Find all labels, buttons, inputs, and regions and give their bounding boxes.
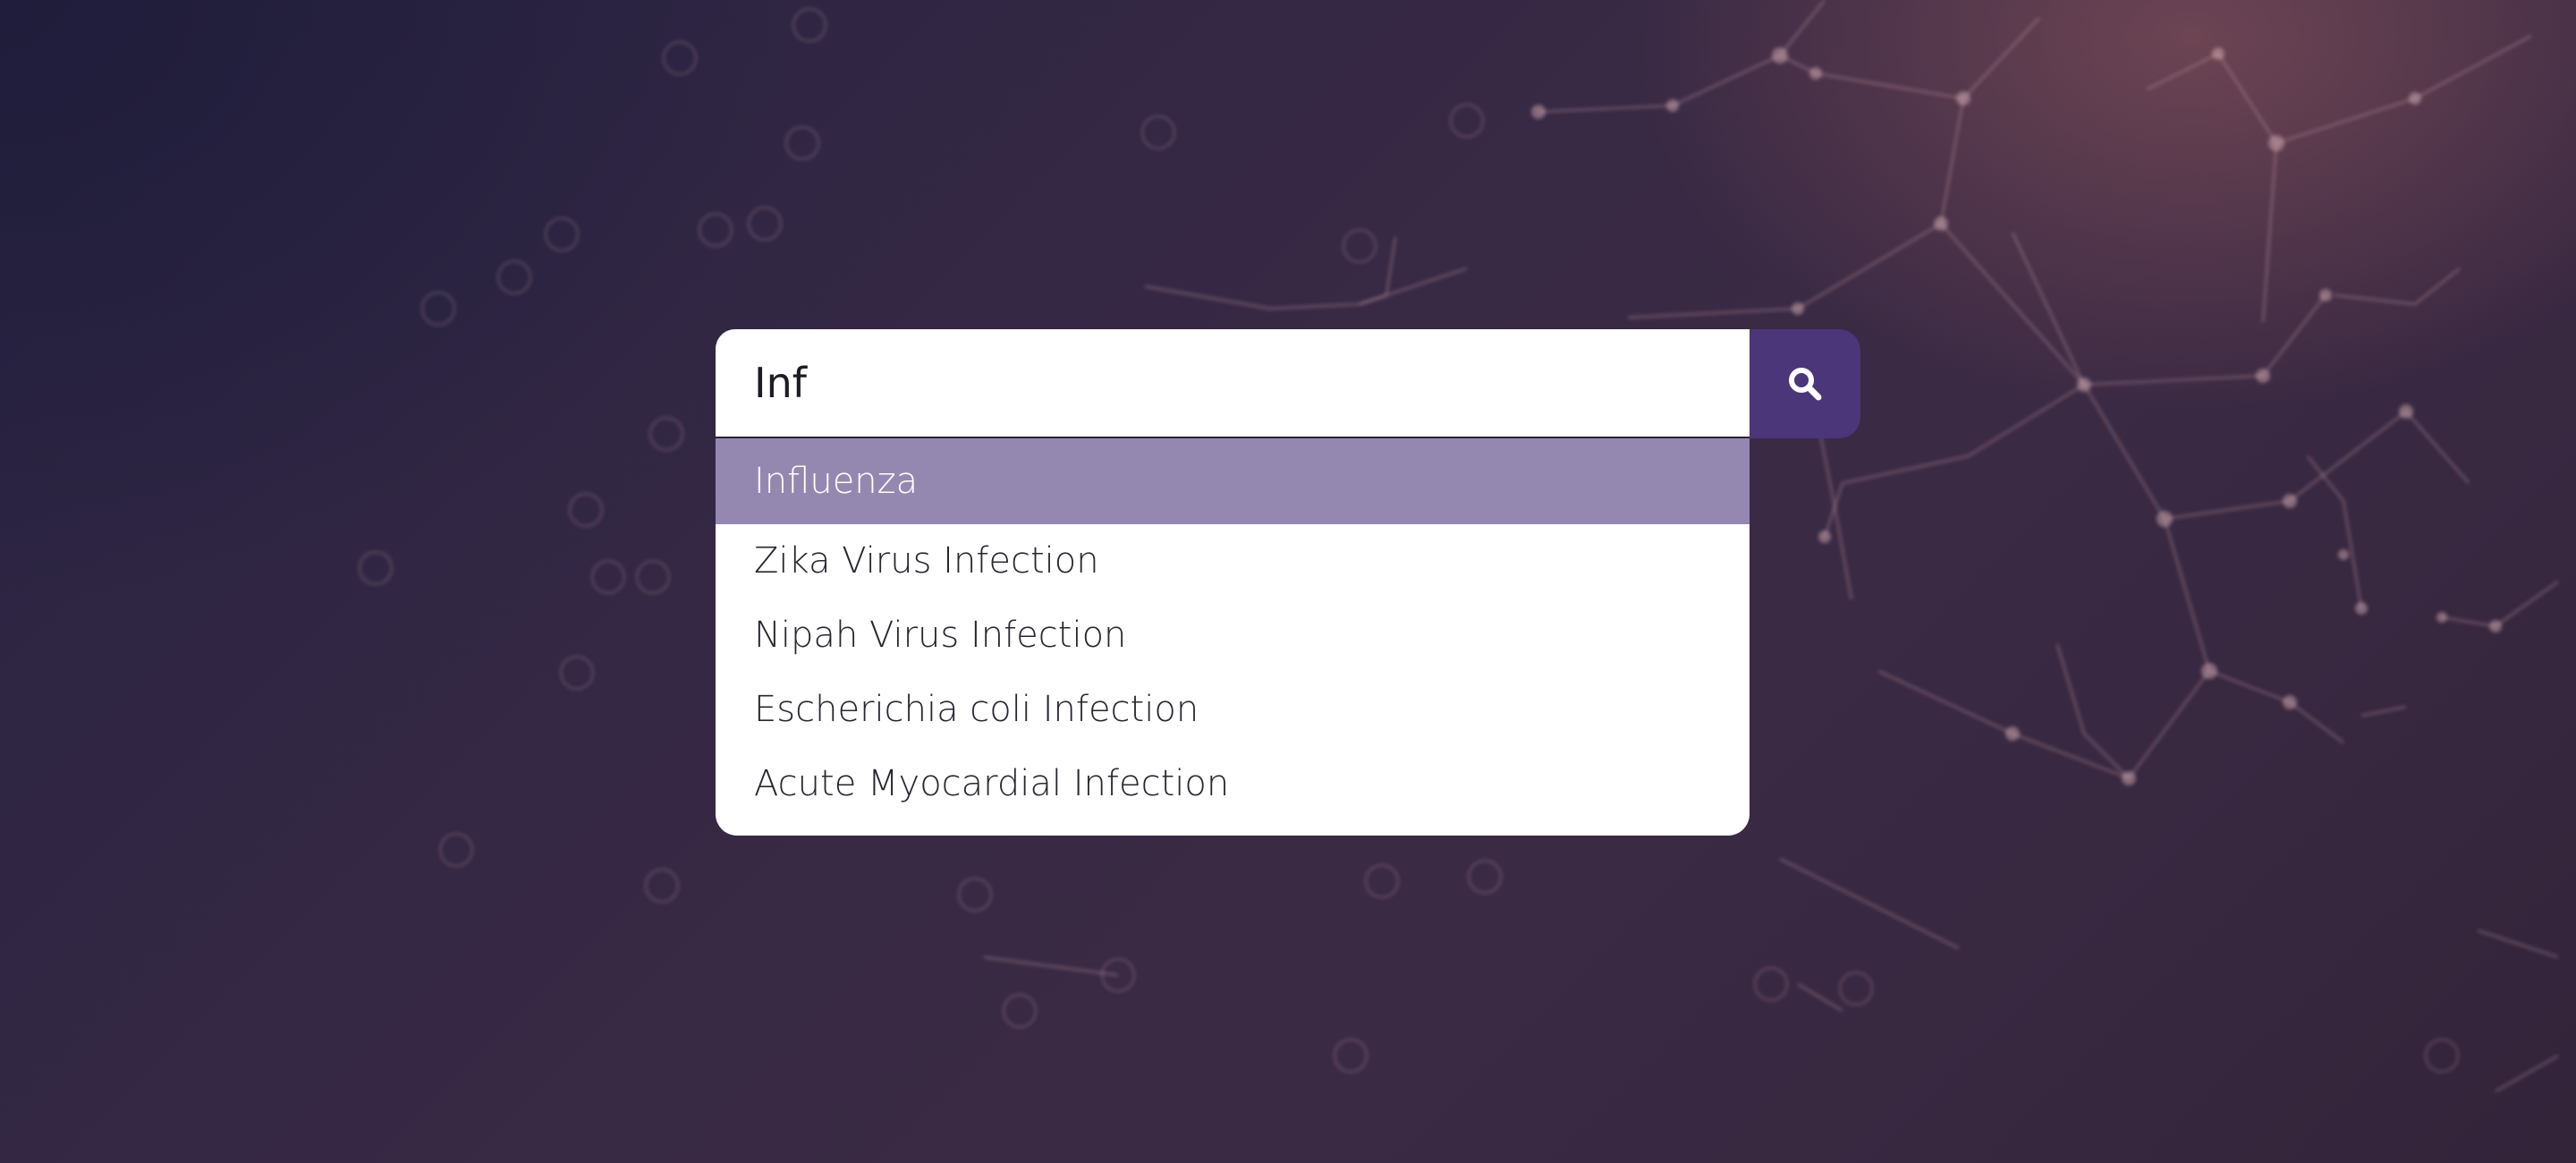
search-input[interactable] [716,329,1750,437]
suggestion-item-escherichia-coli-infection[interactable]: Escherichia coli Infection [716,672,1750,747]
suggestion-item-influenza[interactable]: Influenza [716,438,1750,524]
search-box[interactable] [716,329,1750,438]
suggestion-item-nipah-virus-infection[interactable]: Nipah Virus Infection [716,598,1750,673]
suggestion-item-zika-virus-infection[interactable]: Zika Virus Infection [716,523,1750,598]
suggestion-item-acute-myocardial-infection[interactable]: Acute Myocardial Infection [716,746,1750,821]
search-button[interactable] [1750,329,1860,438]
search-icon [1789,368,1822,401]
suggestion-list: Influenza Zika Virus Infection Nipah Vir… [716,438,1750,836]
